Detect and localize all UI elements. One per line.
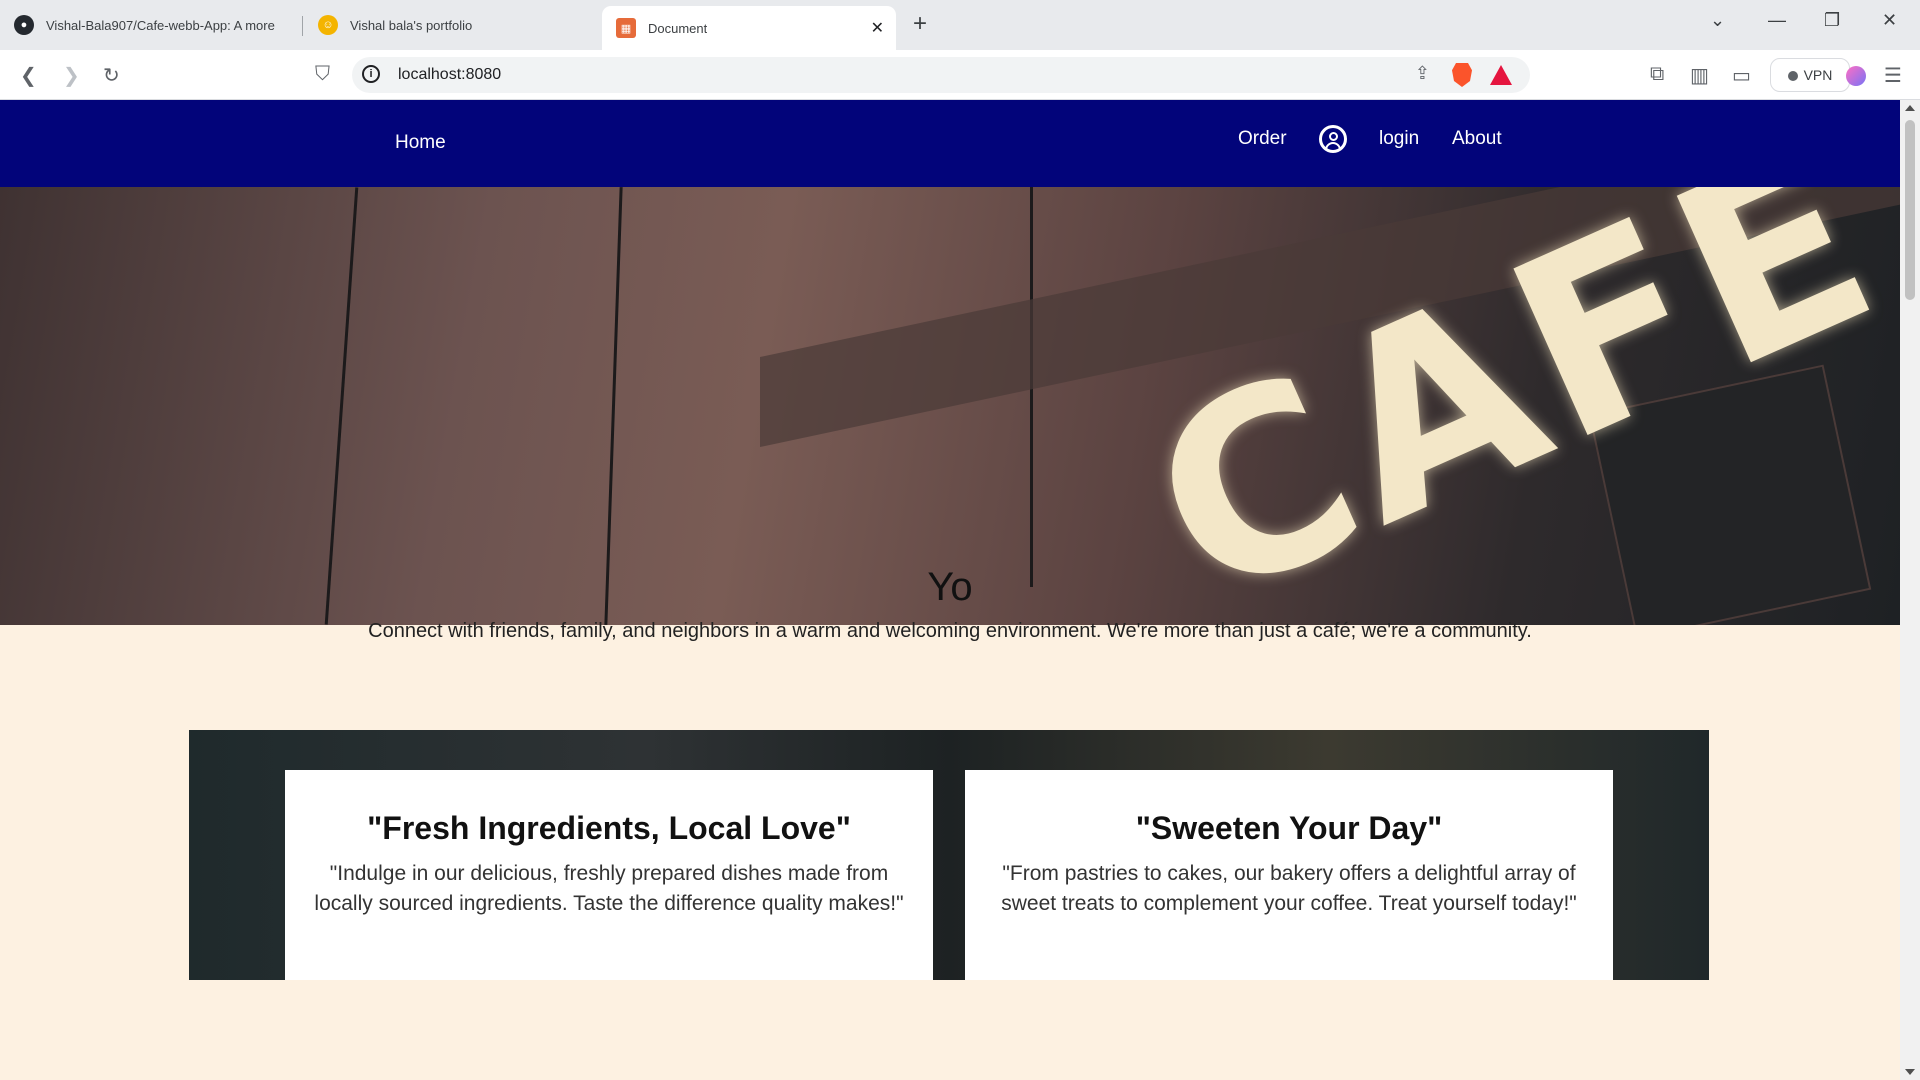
feature-title: "Fresh Ingredients, Local Love" [367, 810, 851, 846]
chevron-down-icon[interactable]: ⌄ [1710, 10, 1725, 31]
profile-icon[interactable] [1846, 66, 1866, 86]
rewards-icon[interactable] [1490, 65, 1512, 85]
new-tab-icon[interactable]: + [913, 10, 927, 38]
feature-card: "Sweeten Your Day" "From pastries to cak… [965, 770, 1613, 980]
tab-separator [302, 16, 303, 36]
address-bar[interactable]: i localhost:8080 ⇪ [352, 57, 1530, 93]
back-icon[interactable]: ❮ [20, 63, 37, 88]
vpn-label: VPN [1803, 67, 1833, 83]
feature-text: "From pastries to cakes, our bakery offe… [1001, 862, 1577, 915]
user-body-shape [1325, 142, 1341, 150]
info-icon[interactable]: i [362, 65, 380, 83]
scroll-down-icon[interactable] [1905, 1069, 1915, 1075]
feature-card: "Fresh Ingredients, Local Love" "Indulge… [285, 770, 933, 980]
share-icon[interactable]: ⇪ [1415, 63, 1430, 84]
browser-toolbar: ❮ ❯ ↻ ⛉ i localhost:8080 ⇪ ⧉ ▥ ▭ VPN ☰ [0, 50, 1920, 100]
github-icon: ● [14, 15, 34, 35]
nav-login[interactable]: login [1379, 128, 1419, 150]
feature-title: "Sweeten Your Day" [1135, 810, 1443, 846]
reload-icon[interactable]: ↻ [103, 63, 120, 88]
nav-about[interactable]: About [1452, 128, 1502, 150]
scroll-up-icon[interactable] [1905, 105, 1915, 111]
brave-shield-icon[interactable] [1452, 63, 1472, 87]
site-navbar: Home Order login About [0, 100, 1900, 187]
extensions-icon[interactable]: ⧉ [1650, 63, 1664, 86]
vpn-button[interactable]: VPN [1770, 58, 1850, 92]
features-section: "Fresh Ingredients, Local Love" "Indulge… [189, 730, 1709, 980]
hero-image: CAFE [0, 187, 1900, 625]
page-viewport: Home Order login About CAFE Yo Connect w… [0, 100, 1900, 1080]
tab-title: Vishal-Bala907/Cafe-webb-App: A more [46, 17, 275, 33]
bookmark-icon[interactable]: ⛉ [315, 63, 330, 86]
nav-home[interactable]: Home [395, 132, 446, 154]
close-icon[interactable]: ✕ [871, 18, 884, 38]
url-text[interactable]: localhost:8080 [398, 66, 501, 84]
hanging-wire [324, 187, 359, 625]
scroll-thumb[interactable] [1905, 120, 1915, 300]
browser-tab-bar: ● Vishal-Bala907/Cafe-webb-App: A more ☺… [0, 0, 1920, 50]
wallet-icon[interactable]: ▭ [1732, 63, 1751, 88]
restore-icon[interactable]: ❐ [1824, 10, 1840, 31]
intro-text: Connect with friends, family, and neighb… [368, 620, 1532, 642]
document-icon: ▦ [616, 18, 636, 38]
nav-order[interactable]: Order [1238, 128, 1287, 150]
tab-document[interactable]: ▦ Document ✕ [602, 6, 896, 50]
user-head-shape [1329, 132, 1338, 141]
sidebar-icon[interactable]: ▥ [1690, 63, 1709, 88]
tab-portfolio[interactable]: ☺ Vishal bala's portfolio [304, 6, 604, 44]
vpn-status-icon [1787, 71, 1798, 81]
hanging-wire [604, 187, 623, 625]
portfolio-icon: ☺ [318, 15, 338, 35]
intro-title: Yo [927, 565, 973, 609]
page-scrollbar[interactable] [1900, 100, 1920, 1080]
user-account-icon[interactable] [1319, 125, 1347, 153]
tab-github[interactable]: ● Vishal-Bala907/Cafe-webb-App: A more [0, 6, 300, 44]
close-window-icon[interactable]: ✕ [1882, 10, 1897, 31]
feature-text: "Indulge in our delicious, freshly prepa… [314, 862, 904, 915]
tab-title: Vishal bala's portfolio [350, 17, 473, 33]
menu-icon[interactable]: ☰ [1884, 63, 1902, 88]
forward-icon[interactable]: ❯ [63, 63, 80, 88]
minimize-icon[interactable]: — [1768, 10, 1786, 31]
tab-title: Document [648, 20, 708, 36]
